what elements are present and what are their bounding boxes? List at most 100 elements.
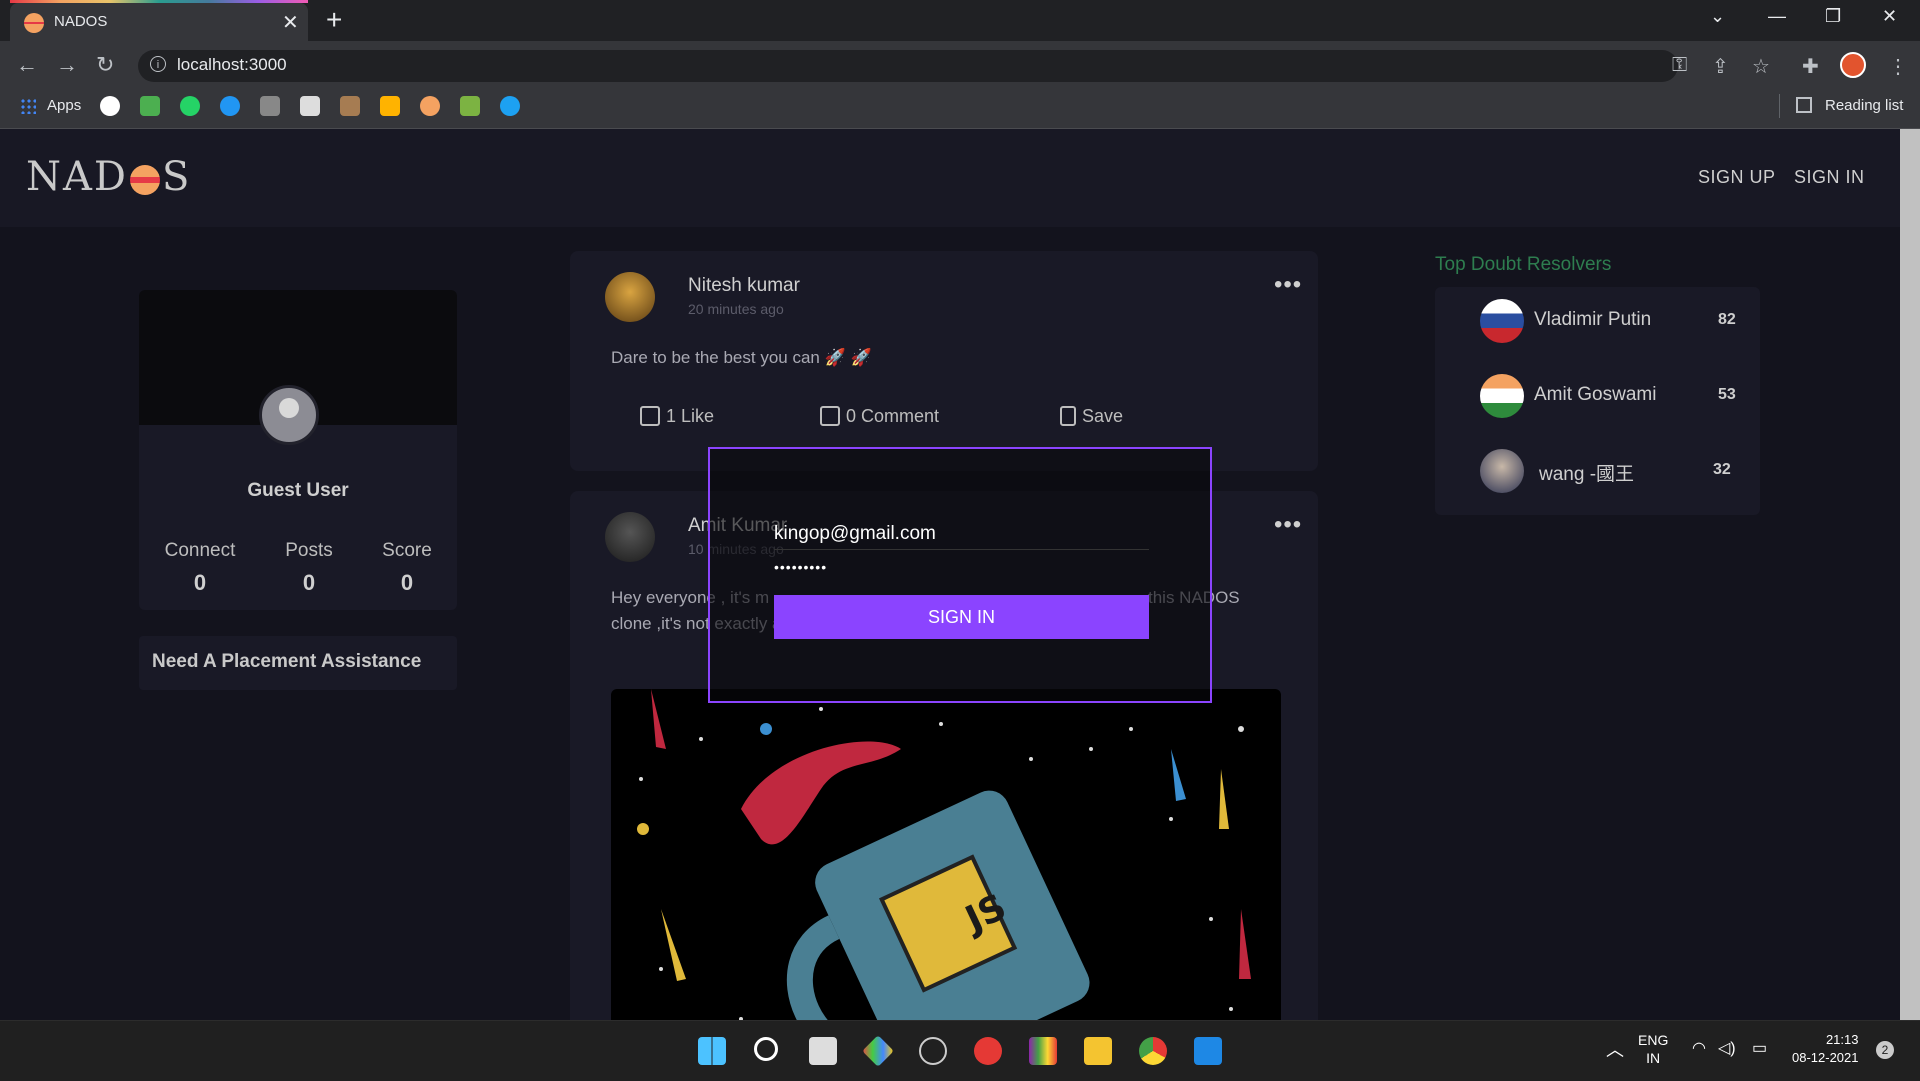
stat-label-score: Score — [382, 540, 432, 561]
bookmark-separator — [1779, 94, 1780, 118]
resolver-avatar[interactable] — [1480, 299, 1524, 343]
placement-link[interactable]: Need A Placement Assistance — [152, 651, 421, 673]
firebase-icon[interactable] — [380, 96, 400, 116]
stat-label-connect: Connect — [164, 540, 236, 561]
forward-arrow-icon[interactable]: → — [56, 52, 78, 78]
wifi-icon[interactable]: ◠ — [1692, 1038, 1706, 1058]
chevron-up-icon[interactable]: ︿ — [1606, 1036, 1624, 1062]
language-indicator[interactable]: ENG IN — [1638, 1031, 1668, 1067]
stat-value-connect: 0 — [193, 570, 207, 595]
github-icon[interactable] — [100, 96, 120, 116]
sign-up-link[interactable]: SIGN UP — [1698, 167, 1776, 188]
obs-icon[interactable] — [919, 1037, 947, 1065]
clock-time: 21:13 — [1825, 1032, 1859, 1047]
restore-button[interactable]: ❐ — [1825, 6, 1841, 27]
browser-tab[interactable]: NADOS ✕ — [10, 3, 308, 41]
notification-badge[interactable]: 2 — [1876, 1041, 1894, 1059]
minimize-button[interactable]: — — [1768, 6, 1786, 27]
info-icon[interactable]: i — [150, 56, 166, 72]
task-view-icon[interactable] — [809, 1037, 837, 1065]
more-options-icon[interactable]: ••• — [1274, 271, 1302, 299]
whatsapp-icon[interactable] — [180, 96, 200, 116]
resolver-avatar[interactable] — [1480, 374, 1524, 418]
battery-icon[interactable]: ▭ — [1752, 1038, 1767, 1058]
resolvers-card: Vladimir Putin 82 Amit Goswami 53 wang -… — [1435, 287, 1760, 515]
tab-close-icon[interactable]: ✕ — [282, 10, 299, 35]
close-window-button[interactable]: ✕ — [1882, 6, 1897, 27]
comment-button[interactable]: 0 Comment — [820, 406, 939, 427]
like-label: 1 Like — [666, 406, 715, 426]
comment-label: 0 Comment — [846, 406, 940, 426]
save-label: Save — [1082, 406, 1124, 426]
twitter-icon[interactable] — [500, 96, 520, 116]
page-scrollbar[interactable] — [1900, 129, 1920, 1020]
nados-bookmark-icon[interactable] — [420, 96, 440, 116]
clock[interactable]: 21:13 08-12-2021 — [1792, 1031, 1859, 1067]
sign-in-modal: ••••••••• SIGN IN — [708, 447, 1212, 703]
extensions-icon[interactable]: ✚ — [1802, 54, 1819, 79]
author-avatar[interactable] — [605, 272, 655, 322]
placement-card[interactable]: Need A Placement Assistance — [139, 636, 457, 690]
back-arrow-icon[interactable]: ← — [16, 52, 38, 78]
bookmarks-bar — [0, 89, 1920, 129]
post-time: 20 minutes ago — [688, 301, 784, 317]
resolver-name[interactable]: Amit Goswami — [1534, 384, 1656, 406]
search-icon[interactable] — [754, 1037, 778, 1061]
password-field[interactable]: ••••••••• — [774, 559, 827, 575]
taskbar — [0, 1020, 1920, 1081]
bookmark-icon[interactable] — [340, 96, 360, 116]
chrome-icon[interactable] — [1139, 1037, 1167, 1065]
reload-icon[interactable]: ↻ — [96, 52, 114, 78]
author-avatar[interactable] — [605, 512, 655, 562]
language-label: ENG — [1638, 1032, 1669, 1048]
resolver-name[interactable]: Vladimir Putin — [1534, 309, 1651, 331]
sign-in-button[interactable]: SIGN IN — [774, 595, 1149, 639]
share-icon[interactable]: ⇪ — [1712, 54, 1729, 79]
stat-label-posts: Posts — [285, 540, 333, 561]
resolver-avatar[interactable] — [1480, 449, 1524, 493]
resolver-score: 53 — [1718, 386, 1736, 403]
tab-title: NADOS — [54, 13, 108, 30]
file-explorer-icon[interactable] — [1084, 1037, 1112, 1065]
bookmark-icon[interactable] — [260, 96, 280, 116]
like-button[interactable]: 1 Like — [640, 406, 714, 427]
windows-start-icon[interactable] — [698, 1037, 726, 1065]
more-options-icon[interactable]: ••• — [1274, 511, 1302, 539]
address-bar[interactable] — [138, 50, 1678, 82]
js-mug-illustration: JS — [637, 689, 1251, 1020]
nados-favicon-icon — [24, 13, 44, 33]
volume-icon[interactable]: ◁) — [1718, 1038, 1736, 1058]
post-author[interactable]: Nitesh kumar — [688, 275, 800, 297]
cc-icon[interactable] — [300, 96, 320, 116]
bookmark-icon — [1060, 406, 1076, 426]
reading-list-icon[interactable] — [1796, 97, 1812, 113]
bookmark-star-icon[interactable]: ☆ — [1752, 54, 1770, 79]
apps-grid-icon[interactable] — [20, 98, 36, 114]
winrar-icon[interactable] — [1029, 1037, 1057, 1065]
menu-kebab-icon[interactable]: ⋮ — [1888, 54, 1908, 79]
profile-avatar[interactable] — [1840, 52, 1866, 78]
resolver-score: 82 — [1718, 311, 1736, 328]
logo-o-icon — [129, 165, 160, 195]
region-label: IN — [1646, 1050, 1661, 1066]
bookmark-icon[interactable] — [460, 96, 480, 116]
post-image[interactable]: JS — [611, 689, 1281, 1020]
email-field[interactable] — [774, 519, 1149, 550]
vscode-icon[interactable] — [1194, 1037, 1222, 1065]
sign-in-link[interactable]: SIGN IN — [1794, 167, 1865, 188]
reading-list-label[interactable]: Reading list — [1825, 97, 1903, 114]
edge-icon[interactable] — [220, 96, 240, 116]
mail-m-icon[interactable] — [974, 1037, 1002, 1065]
post-card: Nitesh kumar 20 minutes ago ••• Dare to … — [570, 251, 1318, 471]
resolver-score: 32 — [1713, 461, 1731, 478]
chevron-down-icon[interactable]: ⌄ — [1710, 6, 1725, 27]
apps-label[interactable]: Apps — [47, 97, 81, 114]
new-tab-button[interactable]: + — [326, 4, 342, 36]
bookmark-4-icon[interactable] — [140, 96, 160, 116]
comment-icon — [820, 406, 840, 426]
key-icon[interactable]: ⚿ — [1672, 54, 1687, 77]
resolver-name[interactable]: wang -國王 — [1539, 459, 1634, 486]
nados-logo[interactable]: NAD S — [26, 154, 191, 200]
url-text[interactable]: localhost:3000 — [177, 55, 287, 75]
save-button[interactable]: Save — [1060, 406, 1123, 427]
